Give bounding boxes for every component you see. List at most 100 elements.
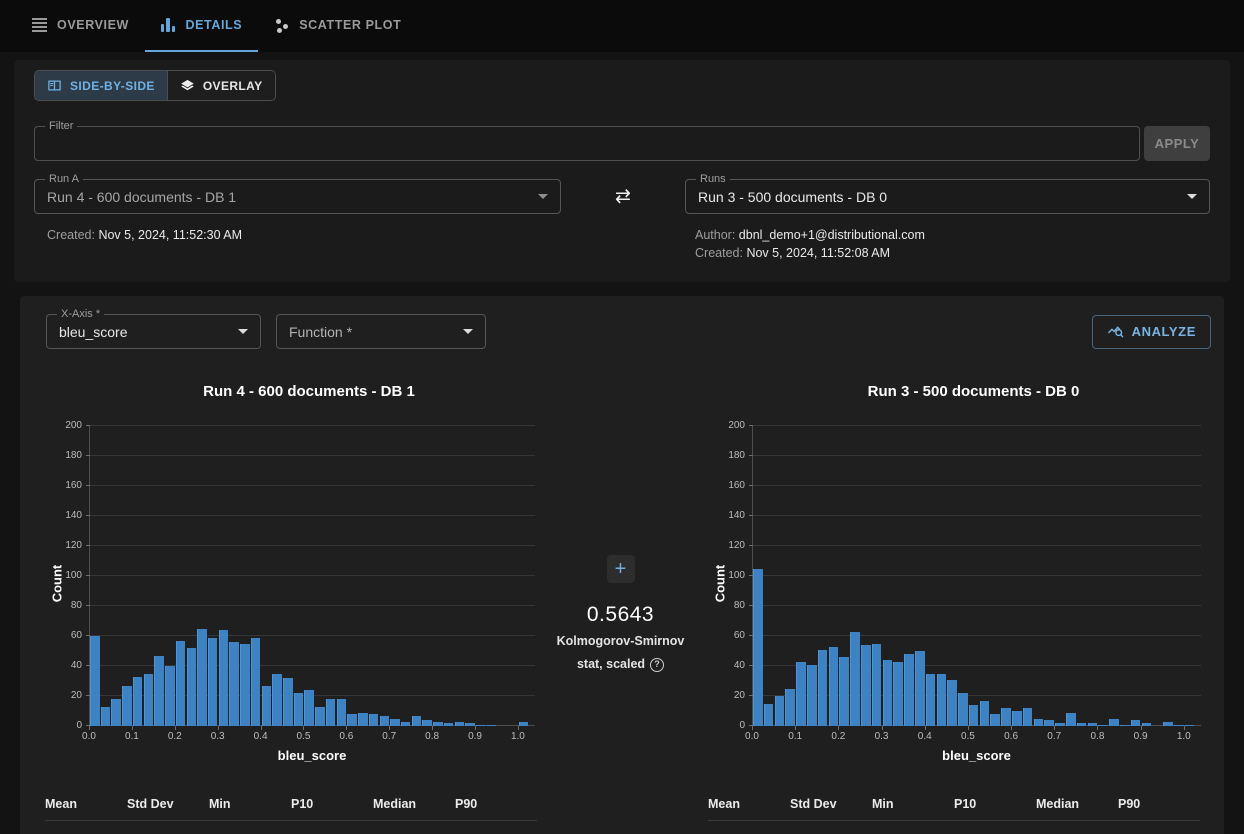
stats-value-cell: 0.2556 [708, 821, 790, 834]
y-tick-label: 120 [728, 540, 745, 551]
histogram-bar [807, 665, 817, 727]
histogram-bar [240, 644, 250, 727]
histogram-bar [262, 686, 272, 727]
stats-header-cell: P90 [1118, 793, 1200, 820]
x-axis-title: bleu_score [89, 748, 535, 763]
x-tick-label: 0.9 [468, 731, 482, 742]
runs-author: Author: dbnl_demo+1@distributional.com [695, 226, 1210, 244]
apply-button[interactable]: APPLY [1144, 126, 1210, 161]
histogram-bar [861, 645, 871, 726]
x-axis-ticks: 0.00.10.20.30.40.50.60.70.80.91.0 [89, 726, 535, 744]
gridline [753, 455, 1201, 456]
gridline [753, 635, 1201, 636]
y-tick-label: 200 [65, 420, 82, 431]
runs-select[interactable]: Runs Run 3 - 500 documents - DB 0 [685, 179, 1210, 214]
side-by-side-button[interactable]: SIDE-BY-SIDE [35, 71, 167, 100]
bar-chart-icon [161, 18, 176, 32]
histogram-bar [775, 696, 785, 726]
x-tick-mark [432, 726, 433, 730]
histogram-bar [958, 693, 968, 726]
x-axis-select[interactable]: X-Axis * bleu_score [46, 314, 261, 349]
y-tick-label: 120 [65, 540, 82, 551]
run-a-value: Run 4 - 600 documents - DB 1 [47, 189, 236, 205]
chart-run-a: Run 4 - 600 documents - DB 1 Count 02040… [33, 383, 545, 834]
histogram-bar [176, 641, 186, 727]
plot-area[interactable]: Count 020406080100120140160180200 [89, 426, 535, 726]
chart-run-b: Run 3 - 500 documents - DB 0 Count 02040… [696, 383, 1211, 834]
add-metric-button[interactable]: + [607, 555, 635, 583]
y-tick-mark [749, 545, 753, 546]
filter-row: Filter APPLY [34, 126, 1210, 161]
x-tick-label: 0.6 [339, 731, 353, 742]
stats-header-cell: Std Dev [127, 793, 209, 820]
tab-scatter-plot[interactable]: SCATTER PLOT [258, 0, 417, 52]
stats-value-cell: 0.1762 [790, 821, 872, 834]
runs-value: Run 3 - 500 documents - DB 0 [698, 189, 887, 205]
x-tick-mark [795, 726, 796, 730]
histogram-bar [753, 569, 763, 727]
chart-title: Run 3 - 500 documents - DB 0 [696, 383, 1211, 400]
x-tick-mark [1011, 726, 1012, 730]
ks-stat-line1: Kolmogorov-Smirnov [557, 633, 685, 650]
top-tab-bar: OVERVIEW DETAILS SCATTER PLOT [0, 0, 1244, 52]
x-tick-mark [1141, 726, 1142, 730]
analyze-button[interactable]: ANALYZE [1092, 315, 1211, 349]
y-tick-mark [749, 455, 753, 456]
gridline [753, 425, 1201, 426]
x-axis-label: X-Axis * [57, 308, 104, 320]
stats-header-cell: P90 [455, 793, 537, 820]
plot-area[interactable]: Count 020406080100120140160180200 [752, 426, 1201, 726]
charts-row: Run 4 - 600 documents - DB 1 Count 02040… [33, 383, 1211, 834]
stats-header-cell: Mean [708, 793, 790, 820]
x-tick-label: 0.3 [211, 731, 225, 742]
x-tick-label: 0.0 [745, 731, 759, 742]
analyze-label: ANALYZE [1132, 324, 1196, 339]
tab-overview[interactable]: OVERVIEW [16, 0, 145, 52]
histogram-bar [326, 699, 336, 726]
runs-label: Runs [696, 173, 730, 185]
scatter-plot-icon [274, 18, 289, 33]
histogram-bar [90, 636, 100, 726]
gridline [753, 575, 1201, 576]
run-a-select[interactable]: Run A Run 4 - 600 documents - DB 1 [34, 179, 561, 214]
gridline [753, 545, 1201, 546]
x-tick-label: 1.0 [511, 731, 525, 742]
y-tick-label: 20 [71, 690, 82, 701]
help-icon[interactable]: ? [650, 658, 664, 672]
histogram-bar [101, 707, 111, 727]
chevron-down-icon [463, 329, 473, 334]
filter-input[interactable]: Filter [34, 126, 1140, 161]
y-tick-mark [86, 575, 90, 576]
gridline [90, 635, 535, 636]
stats-table: MeanStd DevMinP10MedianP90 0.25560.17620… [708, 793, 1200, 834]
overlay-button[interactable]: OVERLAY [167, 71, 275, 100]
y-axis-title: Count [49, 565, 64, 603]
chevron-down-icon [1187, 194, 1197, 199]
function-select[interactable]: Function * [276, 314, 486, 349]
histogram-bar [111, 699, 121, 726]
stats-value-cell: 0.2787 [45, 821, 127, 834]
histogram-bar [358, 713, 368, 727]
x-tick-mark [175, 726, 176, 730]
swap-runs-button[interactable]: ⇄ [561, 185, 685, 208]
histogram-bar [1034, 719, 1044, 727]
histogram-bar [872, 644, 882, 727]
ks-stat-value: 0.5643 [587, 603, 654, 627]
stats-value-row: 0.25560.176200.01390.23490.4754 [708, 821, 1200, 834]
stats-value-row: 0.27870.17020.00000.07360.26460.4974 [45, 821, 537, 834]
histogram-bar [197, 629, 207, 727]
x-tick-label: 0.4 [254, 731, 268, 742]
histogram-bar [969, 705, 979, 726]
histogram-bar [380, 716, 390, 727]
chevron-down-icon [238, 329, 248, 334]
stats-value-cell: 0.0736 [291, 821, 373, 834]
stats-header-cell: P10 [954, 793, 1036, 820]
histogram-bar [251, 638, 261, 727]
tab-details[interactable]: DETAILS [145, 0, 258, 52]
histogram-bar [1109, 719, 1119, 727]
x-tick-mark [518, 726, 519, 730]
histogram-bar [829, 647, 839, 727]
layers-icon [180, 78, 195, 93]
x-tick-label: 0.6 [1004, 731, 1018, 742]
x-tick-mark [1184, 726, 1185, 730]
